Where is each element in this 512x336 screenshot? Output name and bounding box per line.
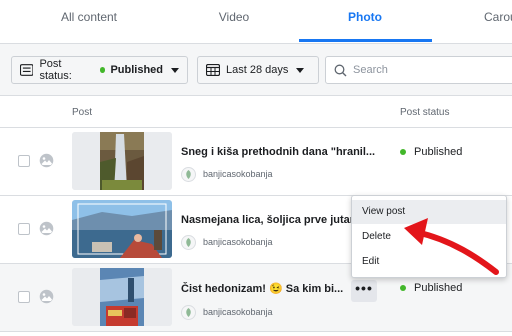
date-range-filter[interactable]: Last 28 days <box>197 56 319 84</box>
tab-all-content[interactable]: All content <box>30 0 148 43</box>
post-title[interactable]: Sneg i kiša prethodnih dana "hranil... <box>181 146 381 158</box>
search-icon <box>334 64 347 76</box>
photo-type-icon <box>39 221 54 236</box>
post-thumbnail[interactable] <box>72 268 172 326</box>
date-range-label: Last 28 days <box>226 64 289 76</box>
terrace-photo <box>72 200 172 258</box>
table-row[interactable]: Sneg i kiša prethodnih dana "hranil... b… <box>0 128 512 196</box>
post-status-filter-value: Published <box>110 64 163 76</box>
post-thumbnail[interactable] <box>72 200 172 258</box>
menu-item-view-post[interactable]: View post <box>352 200 506 224</box>
author-name: banjicasokobanja <box>203 237 273 247</box>
content-type-tabs: All content Video Photo Carou <box>0 0 512 44</box>
row-checkbox[interactable] <box>18 155 30 167</box>
menu-item-delete[interactable]: Delete <box>352 225 506 249</box>
tab-photo[interactable]: Photo <box>305 0 425 43</box>
leaf-logo-icon <box>186 307 191 317</box>
post-status-label: Published <box>414 282 463 294</box>
published-status-dot <box>400 285 406 291</box>
page-avatar <box>181 234 196 250</box>
post-author: banjicasokobanja <box>181 304 273 320</box>
more-options-button[interactable]: ••• <box>351 280 377 302</box>
post-status-filter[interactable]: Post status: Published <box>11 56 188 84</box>
active-tab-indicator <box>299 39 432 42</box>
tab-carousel[interactable]: Carou <box>470 0 512 43</box>
row-checkbox[interactable] <box>18 223 30 235</box>
published-status-dot <box>400 149 406 155</box>
post-status: Published <box>400 282 462 294</box>
post-author: banjicasokobanja <box>181 166 273 182</box>
tab-video[interactable]: Video <box>175 0 293 43</box>
caret-down-icon <box>296 67 305 73</box>
page-avatar <box>181 304 196 320</box>
page-avatar <box>181 166 196 182</box>
post-status: Published <box>400 146 462 158</box>
photo-type-icon <box>39 289 54 304</box>
post-options-menu: View post Delete Edit <box>351 195 507 278</box>
post-status-filter-label: Post status: <box>39 58 72 82</box>
post-title[interactable]: Nasmejana lica, šoljica prve jutar <box>181 214 351 226</box>
row-checkbox[interactable] <box>18 291 30 303</box>
post-list-icon <box>20 64 34 76</box>
caret-down-icon <box>171 67 179 73</box>
photo-type-icon <box>39 153 54 168</box>
table-header: Post Post status <box>0 96 512 128</box>
menu-item-edit[interactable]: Edit <box>352 250 506 274</box>
post-author: banjicasokobanja <box>181 234 273 250</box>
post-title[interactable]: Čist hedonizam! 😉 Sa kim bi... <box>181 282 349 295</box>
published-status-dot <box>99 67 106 73</box>
calendar-icon <box>206 64 220 76</box>
leaf-logo-icon <box>186 237 191 247</box>
search-box <box>325 56 512 84</box>
author-name: banjicasokobanja <box>203 307 273 317</box>
column-header-post[interactable]: Post <box>72 107 92 118</box>
author-name: banjicasokobanja <box>203 169 273 179</box>
filter-bar: Post status: Published Last 28 days <box>0 44 512 96</box>
leaf-logo-icon <box>186 169 191 179</box>
waterfall-photo <box>72 132 172 190</box>
post-thumbnail[interactable] <box>72 132 172 190</box>
post-status-label: Published <box>414 146 463 158</box>
column-header-post-status[interactable]: Post status <box>400 107 449 118</box>
bath-photo <box>72 268 172 326</box>
search-input[interactable] <box>353 64 512 76</box>
